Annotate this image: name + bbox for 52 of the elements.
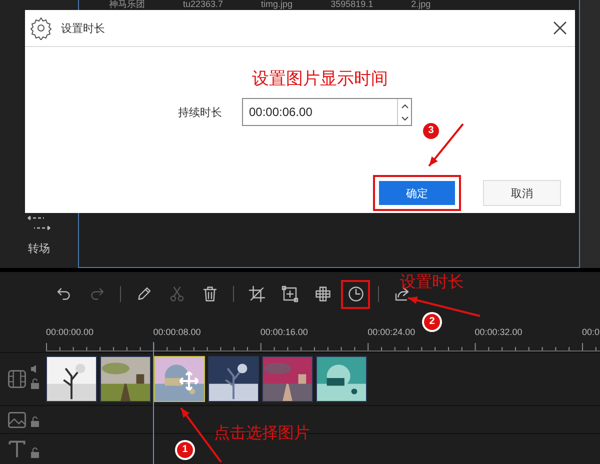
annotation-text: 设置时长 <box>400 272 464 293</box>
clip-thumbnail[interactable] <box>100 356 151 402</box>
time-label: 00:00:16.00 <box>260 327 309 337</box>
lock-icon <box>30 447 40 459</box>
toolbar-button[interactable] <box>313 284 333 304</box>
film-icon <box>6 368 28 390</box>
field-label: 持续时长 <box>178 106 222 120</box>
close-icon <box>553 21 567 35</box>
frame-plus-icon <box>281 285 299 303</box>
annotation-arrow <box>428 123 464 167</box>
annotation-text: 点击选择图片 <box>214 424 310 444</box>
time-label: 00:00:24.00 <box>368 327 416 337</box>
transition-icon <box>26 213 52 233</box>
clip-thumbnail[interactable] <box>262 356 313 402</box>
toolbar-button[interactable] <box>280 284 300 304</box>
move-cursor-icon <box>179 371 199 391</box>
lock-icon <box>30 378 40 390</box>
table-cell: 3595819.1 <box>330 0 374 10</box>
annotation-text: 设置图片显示时间 <box>252 68 388 90</box>
toolbar-button[interactable] <box>341 280 370 308</box>
sidebar-item[interactable]: 转场 <box>28 241 50 256</box>
cancel-button[interactable]: 取消 <box>483 180 561 206</box>
close-button[interactable] <box>551 19 569 37</box>
pencil-icon <box>135 285 153 303</box>
step-badge: 1 <box>177 442 193 458</box>
undo-icon <box>55 285 73 303</box>
lock-icon <box>30 416 40 428</box>
clip-thumbnail[interactable] <box>154 356 205 402</box>
clock-icon <box>346 285 364 303</box>
toolbar-button[interactable] <box>247 284 267 304</box>
redo-icon <box>88 285 106 303</box>
time-label: 00:00:08.00 <box>153 327 202 337</box>
dialog-title: 设置时长 <box>61 22 106 36</box>
clip-thumbnail[interactable] <box>316 356 367 402</box>
table-cell: tu22363.7 <box>183 0 224 10</box>
ok-button[interactable]: 确定 <box>373 175 461 211</box>
time-label: 00:0 <box>582 327 600 337</box>
crop-icon <box>248 285 266 303</box>
table-cell: 2.jpg <box>411 0 431 10</box>
clip-thumbnail[interactable] <box>46 356 97 402</box>
settings-icon <box>29 16 53 40</box>
text-icon <box>6 438 28 460</box>
clip-thumbnail[interactable] <box>208 356 259 402</box>
scissors-icon <box>168 285 186 303</box>
time-label: 00:00:00.00 <box>46 327 95 337</box>
time-label: 00:00:32.00 <box>474 327 524 337</box>
table-cell: timg.jpg <box>261 0 293 10</box>
mosaic-icon <box>314 285 332 303</box>
step-badge: 2 <box>424 314 440 330</box>
trash-icon <box>201 285 219 303</box>
step-badge: 3 <box>423 123 439 139</box>
duration-field[interactable]: 00:00:06.00 <box>242 98 412 126</box>
